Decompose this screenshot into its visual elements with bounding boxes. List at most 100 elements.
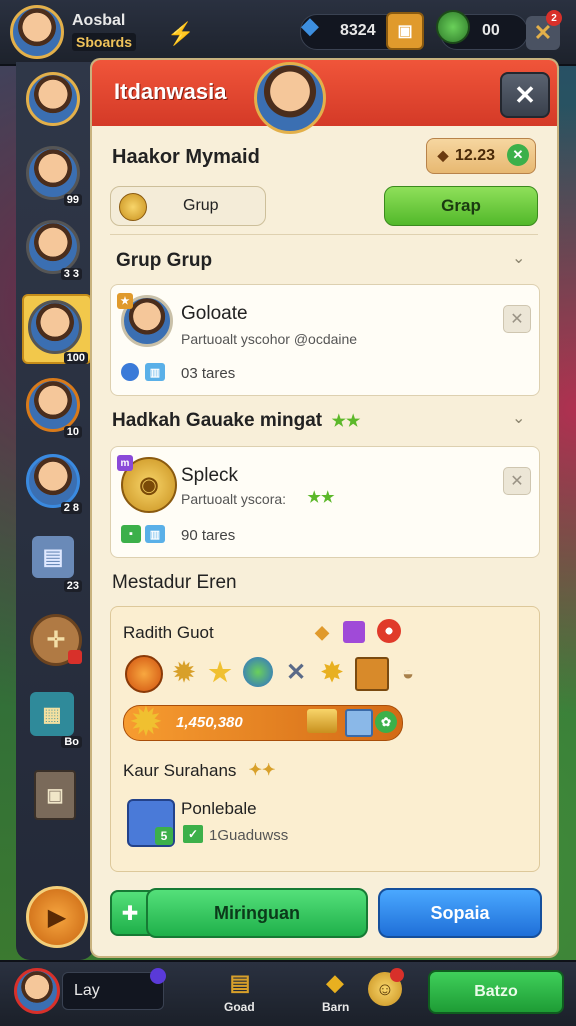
sun-icon: ✸ [321,656,343,687]
sidebar-friend-1[interactable] [26,72,84,130]
sidebar-item-computer[interactable]: ▤ 23 [26,532,84,592]
crate-icon [355,657,389,691]
friend-badge: 99 [63,194,82,206]
player-subtitle: Sboards [72,33,137,51]
item-badge: 23 [63,580,82,592]
lightning-icon[interactable]: ⚡ [166,20,196,48]
cabinet-icon: ▣ [34,770,76,820]
sidebar-friend-6[interactable]: 2 8 [26,454,84,514]
sidebar-item-compass[interactable]: ✛ [26,610,84,668]
friends-sidebar: 99 3 3 100 10 2 8 ▤ 23 ✛ ▦ Bo ▣ [16,62,94,960]
remove-icon[interactable]: ✕ [503,467,531,495]
globe-icon [121,363,139,381]
sidebar-friend-3[interactable]: 3 3 [26,220,84,280]
item-title: Ponlebale [181,799,257,818]
gear-icon: ✹ [173,656,195,687]
top-bar: Aosbal Sboards ⚡ ◆ 8324 ▣ 00 ✕ 2 [0,0,576,66]
friend-badge: 3 3 [60,268,82,280]
chart-icon: ▥ [145,525,165,543]
friend-badge: 10 [63,426,82,438]
secondary-action-button[interactable]: Sopaia [378,888,542,938]
stars-icon: ★★ [331,413,361,430]
remove-icon[interactable]: ✕ [503,305,531,333]
main-panel: Itdanwasia ✕ Haakor Mymaid ◆ 12.23 ✕ Gru… [92,60,557,956]
computer-icon: ▤ [32,536,74,578]
friend-avatar [26,454,80,508]
friend-avatar [26,220,80,274]
gems-value: 8324 [340,22,376,39]
notification-badge: 2 [546,10,562,26]
group-light-label: Grup [183,197,219,214]
sidebar-friend-4-active[interactable]: 100 [22,294,92,364]
play-icon[interactable]: ▶ [26,886,88,948]
group-card-2[interactable]: ◉ m Spleck Partuoalt yscora: ★★ ▪ ▥ 90 t… [110,446,540,558]
balance-value: 12.23 [455,147,496,164]
reward-header: Mestadur Eren [112,572,237,593]
crossed-tools-icon: ✕ [285,658,307,686]
group-light-button[interactable]: Grup [110,186,266,226]
orange-orb-icon [125,655,163,693]
player-avatar[interactable] [10,5,64,59]
friend-avatar [26,378,80,432]
bottom-bar: Lay ▤ Goad ◆ Barn ☺ Batzo [0,960,576,1026]
sidebar-friend-2[interactable]: 99 [26,146,84,206]
progress-value: 1,450,380 [176,714,243,731]
box-icon [343,621,365,643]
star-icon: ★ [208,656,232,687]
card-title: Spleck [181,465,239,486]
event-label: Barn [322,1000,350,1014]
main-bottom-button[interactable]: Batzo [428,970,564,1014]
item-badge: Bo [61,736,82,748]
card-meta: 03 tares [181,365,236,382]
crystal-icon: ◆ [315,621,329,642]
chevron-down-icon[interactable]: ⌄ [512,408,525,428]
lock-icon: ▪ [121,525,141,543]
primary-action-button[interactable]: Miringuan [146,888,368,938]
player-name: Aosbal [72,12,126,29]
mid-header: Hadkah Gauake mingat [112,410,323,431]
card-subtitle: Partuoalt yscora: [181,491,287,507]
planet-icon [243,657,273,687]
coin-icon [119,193,147,221]
hero-avatar [254,62,326,134]
check-icon: ✕ [507,144,529,166]
item-count-badge: 5 [155,827,173,845]
sidebar-friend-5[interactable]: 10 [26,378,84,438]
check-box-icon: ✓ [183,825,203,843]
reward-row-title: Radith Guot [123,623,214,642]
chest-icon[interactable]: ▣ [386,12,424,50]
group-card-1[interactable]: ★ Goloate Partuoalt yscohor @ocdaine ▥ 0… [110,284,540,396]
close-button[interactable]: ✕ [500,72,550,118]
chat-input-text: Lay [74,982,100,999]
panel-title: Itdanwasia [114,79,227,104]
ice-cube-icon [345,709,373,737]
friend-avatar [26,72,80,126]
book-icon: ▦ [30,692,74,736]
card-meta: 90 tares [181,527,236,544]
gem-icon: ◆ [301,13,319,38]
chevron-down-icon[interactable]: ⌄ [512,248,525,268]
target-icon [377,619,401,643]
coins-value: 00 [482,22,500,39]
treasure-icon[interactable]: ◆ [320,970,350,996]
group-green-button[interactable]: Grap [384,186,538,226]
card-title: Goloate [181,303,248,324]
friend-badge: 100 [63,352,88,364]
level-badge-icon: ★ [117,293,133,309]
friend-avatar [26,146,80,200]
reward-subtitle: Kaur Surahans [123,761,237,780]
friend-avatar [28,300,82,354]
chat-avatar[interactable] [14,968,60,1014]
sidebar-item-book[interactable]: ▦ Bo [26,688,84,748]
divider [110,234,538,235]
section-title: Haakor Mymaid [112,146,260,168]
chat-badge-icon [150,968,166,984]
sidebar-item-cabinet[interactable]: ▣ [26,766,84,824]
clover-icon: ✿ [375,711,397,733]
shop-label: Goad [224,1000,255,1014]
shop-icon[interactable]: ▤ [226,970,254,996]
balance-pill[interactable]: ◆ 12.23 ✕ [426,138,536,174]
plus-icon[interactable]: ✚ [110,890,150,936]
diamond-icon: ◆ [437,146,449,163]
alert-badge-icon [390,968,404,982]
